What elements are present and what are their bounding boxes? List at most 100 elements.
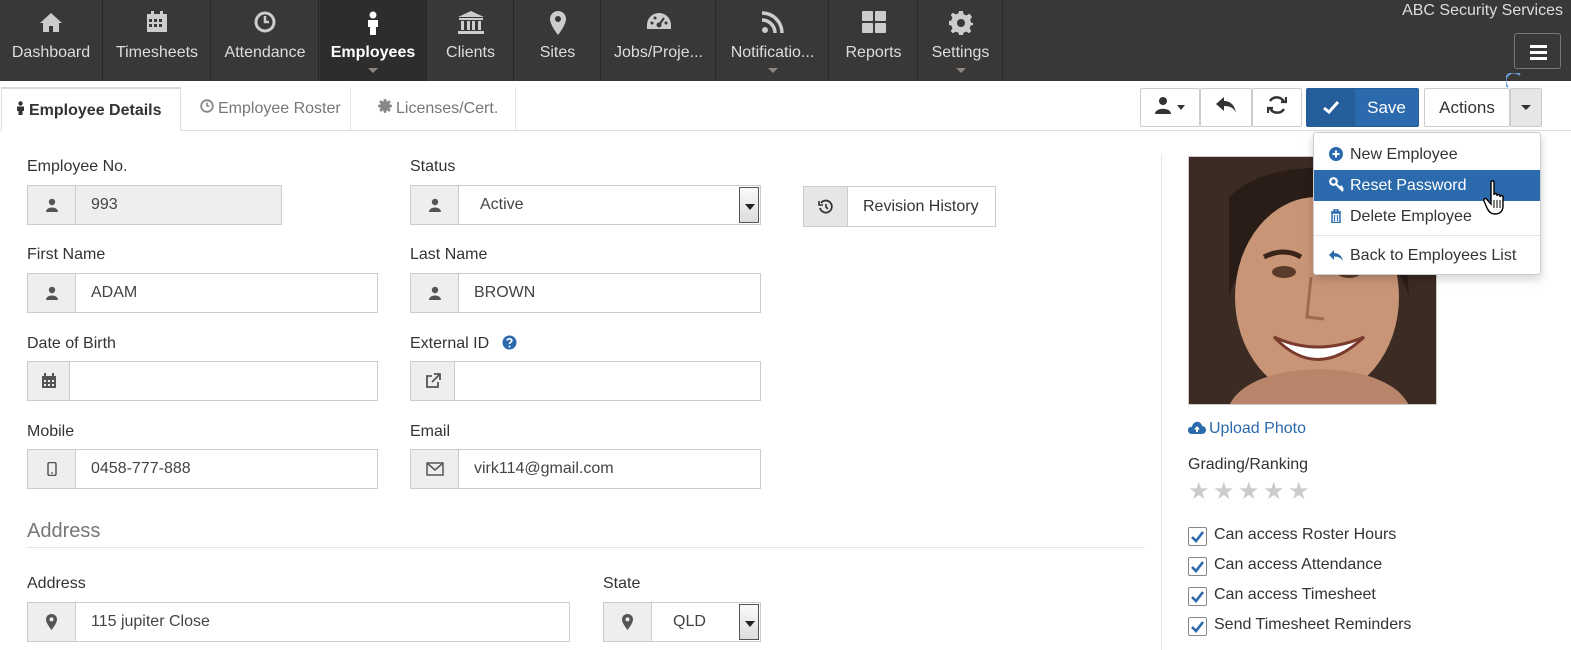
rating-stars[interactable]: ★ ★ ★ ★ ★: [1188, 480, 1313, 504]
permission-label: Can access Timesheet: [1214, 586, 1376, 603]
check-icon: [1191, 561, 1205, 573]
external-link-icon: [411, 362, 455, 400]
home-icon: [0, 11, 102, 35]
first-name-label: First Name: [27, 246, 106, 263]
star-icon[interactable]: ★: [1213, 480, 1235, 504]
user-icon: [411, 274, 459, 312]
external-id-field[interactable]: [410, 361, 761, 401]
mobile-label: Mobile: [27, 423, 75, 440]
nav-label: Timesheets: [115, 44, 199, 61]
chevron-down-icon: [1521, 105, 1531, 110]
user-icon: [411, 186, 459, 224]
permission-label: Can access Roster Hours: [1214, 526, 1397, 543]
refresh-button[interactable]: [1252, 88, 1302, 127]
menu-item-label: Reset Password: [1350, 177, 1467, 194]
nav-label: Jobs/Proje...: [614, 44, 703, 61]
top-navbar: Dashboard Timesheets Attendance Employee…: [0, 0, 1571, 81]
menu-item-back-to-list[interactable]: Back to Employees List: [1314, 240, 1540, 271]
nav-jobs[interactable]: Jobs/Proje...: [602, 0, 716, 81]
nav-notifications[interactable]: Notificatio...: [717, 0, 829, 81]
actions-button[interactable]: Actions: [1424, 88, 1510, 127]
first-name-field[interactable]: ADAM: [27, 273, 378, 313]
tab-licenses[interactable]: Licenses/Cert.: [364, 87, 512, 131]
revision-history-button[interactable]: Revision History: [803, 186, 996, 227]
state-select[interactable]: QLD: [603, 602, 761, 642]
nav-reports[interactable]: Reports: [830, 0, 918, 81]
nav-label: Notificatio...: [730, 44, 815, 61]
clock-icon: [200, 87, 214, 131]
upload-photo-label: Upload Photo: [1209, 420, 1306, 437]
column-divider: [1161, 155, 1162, 650]
permission-label: Send Timesheet Reminders: [1214, 616, 1412, 633]
user-menu-button[interactable]: [1140, 88, 1200, 127]
actions-dropdown-toggle[interactable]: [1510, 88, 1542, 127]
menu-item-new-employee[interactable]: New Employee: [1314, 139, 1540, 170]
star-icon[interactable]: ★: [1263, 480, 1285, 504]
star-icon[interactable]: ★: [1288, 480, 1310, 504]
check-icon: [1191, 591, 1205, 603]
tab-divider: [350, 87, 351, 130]
last-name-field[interactable]: BROWN: [410, 273, 761, 313]
tab-label: Employee Details: [29, 102, 162, 119]
help-icon[interactable]: [502, 335, 517, 355]
last-name-value: BROWN: [474, 284, 536, 301]
checkbox-attendance[interactable]: [1188, 557, 1207, 576]
actions-label: Actions: [1439, 97, 1495, 117]
email-label: Email: [410, 423, 451, 440]
status-select[interactable]: Active: [410, 185, 761, 225]
address-section-title: Address: [27, 520, 101, 542]
mobile-field[interactable]: 0458-777-888: [27, 449, 378, 489]
nav-label: Employees: [330, 44, 416, 61]
permission-label: Can access Attendance: [1214, 556, 1383, 573]
rss-icon: [717, 11, 828, 35]
external-id-label: External ID: [410, 335, 517, 355]
nav-settings[interactable]: Settings: [919, 0, 1003, 81]
save-button[interactable]: Save: [1306, 88, 1419, 127]
state-label: State: [603, 575, 641, 592]
dob-label: Date of Birth: [27, 335, 116, 352]
upload-photo-link[interactable]: Upload Photo: [1188, 420, 1306, 440]
address-field[interactable]: 115 jupiter Close: [27, 602, 570, 642]
nav-label: Settings: [931, 44, 990, 61]
first-name-value: ADAM: [91, 284, 138, 301]
status-label: Status: [410, 158, 456, 175]
chevron-down-icon: [1177, 105, 1185, 110]
chevron-down-icon: [955, 68, 966, 73]
certificate-icon: [378, 87, 392, 131]
envelope-icon: [411, 450, 459, 488]
checkbox-roster-hours[interactable]: [1188, 527, 1207, 546]
key-icon: [1328, 170, 1344, 201]
grading-label: Grading/Ranking: [1188, 456, 1309, 473]
nav-sites[interactable]: Sites: [515, 0, 601, 81]
nav-label: Clients: [446, 44, 495, 61]
checkbox-timesheet[interactable]: [1188, 587, 1207, 606]
nav-dashboard[interactable]: Dashboard: [0, 0, 103, 81]
nav-attendance[interactable]: Attendance: [212, 0, 319, 81]
gear-icon: [919, 11, 1002, 35]
check-icon: [1191, 621, 1205, 633]
nav-clients[interactable]: Clients: [428, 0, 514, 81]
email-field[interactable]: virk114@gmail.com: [410, 449, 761, 489]
hamburger-menu-button[interactable]: [1514, 33, 1561, 69]
status-value: Active: [480, 196, 524, 213]
nav-label: Attendance: [224, 44, 306, 61]
undo-button[interactable]: [1200, 88, 1252, 127]
mobile-phone-icon: [28, 450, 76, 488]
menu-bar-icon: [1530, 45, 1547, 48]
dob-field[interactable]: [27, 361, 378, 401]
nav-timesheets[interactable]: Timesheets: [104, 0, 211, 81]
menu-divider: [1314, 235, 1540, 236]
save-label: Save: [1367, 98, 1406, 117]
refresh-icon: [1266, 95, 1288, 120]
nav-employees[interactable]: Employees: [320, 0, 427, 81]
chevron-down-icon: [739, 187, 759, 223]
star-icon[interactable]: ★: [1238, 480, 1260, 504]
tab-employee-roster[interactable]: Employee Roster: [186, 87, 355, 131]
trash-icon: [1328, 201, 1344, 232]
tab-label: Employee Roster: [218, 100, 341, 117]
tab-employee-details[interactable]: Employee Details: [1, 87, 181, 131]
dashboard-icon: [602, 11, 715, 35]
tab-divider: [515, 87, 516, 130]
star-icon[interactable]: ★: [1188, 480, 1210, 504]
checkbox-timesheet-reminders[interactable]: [1188, 617, 1207, 636]
